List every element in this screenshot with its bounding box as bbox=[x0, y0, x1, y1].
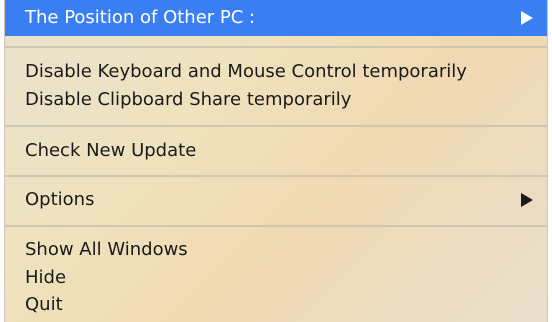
context-menu: The Position of Other PC : Disable Keybo… bbox=[4, 0, 548, 322]
menu-item-label: Check New Update bbox=[25, 140, 197, 161]
menu-item-show-all-windows[interactable]: Show All Windows bbox=[5, 237, 547, 263]
menu-separator bbox=[5, 125, 547, 127]
triangle-right-icon bbox=[521, 193, 533, 207]
menu-separator bbox=[5, 225, 547, 227]
menu-item-label: Disable Keyboard and Mouse Control tempo… bbox=[25, 61, 467, 82]
menu-item-label: Disable Clipboard Share temporarily bbox=[25, 89, 352, 110]
menu-item-check-new-update[interactable]: Check New Update bbox=[5, 138, 547, 164]
menu-item-label: Hide bbox=[25, 267, 67, 288]
menu-item-label: Options bbox=[25, 189, 95, 210]
menu-item-label: The Position of Other PC : bbox=[25, 7, 256, 28]
menu-item-options[interactable]: Options bbox=[5, 187, 547, 213]
triangle-right-icon bbox=[521, 11, 533, 25]
menu-item-label: Quit bbox=[25, 294, 63, 315]
menu-item-disable-keyboard-mouse[interactable]: Disable Keyboard and Mouse Control tempo… bbox=[5, 59, 547, 85]
menu-item-label: Show All Windows bbox=[25, 239, 188, 260]
menu-item-hide[interactable]: Hide bbox=[5, 265, 547, 291]
menu-item-quit[interactable]: Quit bbox=[5, 292, 547, 318]
menu-item-disable-clipboard-share[interactable]: Disable Clipboard Share temporarily bbox=[5, 87, 547, 113]
menu-separator bbox=[5, 175, 547, 177]
menu-item-position-of-other-pc[interactable]: The Position of Other PC : bbox=[5, 0, 547, 36]
menu-separator bbox=[5, 46, 547, 48]
